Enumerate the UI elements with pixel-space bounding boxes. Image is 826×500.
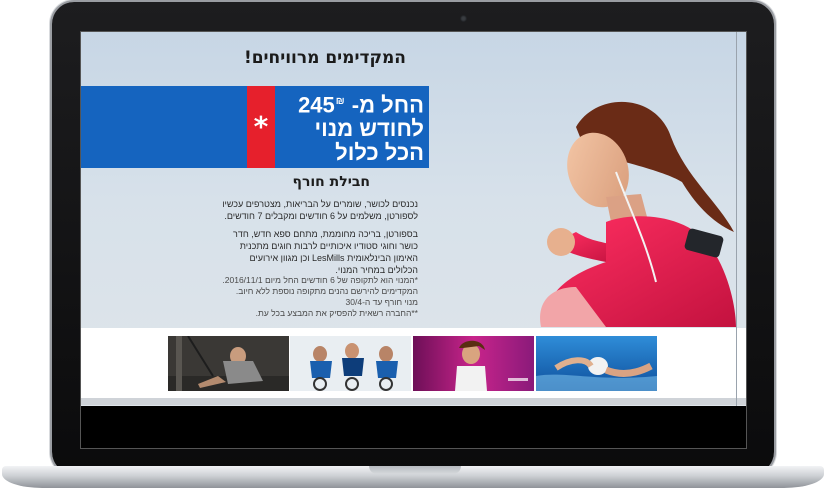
footer-bar bbox=[81, 398, 746, 405]
thumbnail-spinning-class[interactable] bbox=[290, 336, 411, 391]
text-line: נכנסים לכושר, שומרים על הבריאות, מצטרפים… bbox=[222, 199, 418, 209]
spinning-image bbox=[290, 336, 411, 391]
scrollbar-track[interactable] bbox=[736, 32, 737, 406]
trx-image bbox=[168, 336, 289, 391]
thumbnail-swimming[interactable] bbox=[536, 336, 657, 391]
page-headline: המקדימים מרוויחים! bbox=[243, 48, 406, 68]
dance-image bbox=[413, 336, 534, 391]
promo-price: החל מ- 245 bbox=[298, 92, 424, 118]
footnote-line: המקדימים להירשם נהנים מתקופה נוספת ללא ח… bbox=[235, 286, 418, 296]
text-line: לספורטן, משלמים על 6 חודשים ומקבלים 7 חו… bbox=[224, 211, 418, 221]
currency-symbol: ₪ bbox=[335, 96, 345, 107]
thumbnail-strip bbox=[81, 328, 746, 398]
web-page: המקדימים מרוויחים! * החל מ- 245₪ לחודש מ… bbox=[81, 32, 746, 406]
camera-icon bbox=[460, 15, 467, 22]
thumbnail-trx-training[interactable] bbox=[168, 336, 289, 391]
footnotes: *המנוי הוא לתקופה של 6 חודשים החל מיום 2… bbox=[222, 275, 418, 319]
runner-illustration bbox=[540, 101, 736, 327]
promo-line-2: לחודש מנוי bbox=[314, 116, 424, 142]
paragraph-intro: נכנסים לכושר, שומרים על הבריאות, מצטרפים… bbox=[222, 198, 418, 222]
text-line: האימון הבינלאומית LesMills וכן מגוון איר… bbox=[249, 253, 419, 263]
promo-text: החל מ- 245₪ לחודש מנוי הכל כלול bbox=[276, 90, 424, 165]
promo-line-3: הכל כלול bbox=[335, 140, 424, 166]
laptop-notch bbox=[369, 466, 461, 474]
paragraph-features: בספורטן, בריכה מחוממת, מתחם ספא חדש, חדר… bbox=[233, 228, 418, 276]
section-subhead: חבילת חורף bbox=[292, 174, 371, 190]
swimming-image bbox=[536, 336, 657, 391]
laptop-screen: המקדימים מרוויחים! * החל מ- 245₪ לחודש מ… bbox=[80, 31, 747, 449]
text-line: בספורטן, בריכה מחוממת, מתחם ספא חדש, חדר bbox=[233, 229, 418, 239]
footnote-line: **החברה רשאית להפסיק את המבצע בכל עת. bbox=[255, 308, 418, 318]
footnote-line: מנוי חורף עד ה-30/4 bbox=[345, 297, 418, 307]
promo-asterisk-badge: * bbox=[247, 86, 275, 168]
promo-price-line: החל מ- 245₪ bbox=[276, 90, 424, 117]
footnote-line: *המנוי הוא לתקופה של 6 חודשים החל מיום 2… bbox=[222, 275, 418, 285]
laptop-base bbox=[2, 466, 824, 488]
thumbnail-dance-fitness[interactable] bbox=[413, 336, 534, 391]
text-line: כושר וחוגי סטודיו איכותיים לרבות חוגים מ… bbox=[239, 241, 418, 251]
